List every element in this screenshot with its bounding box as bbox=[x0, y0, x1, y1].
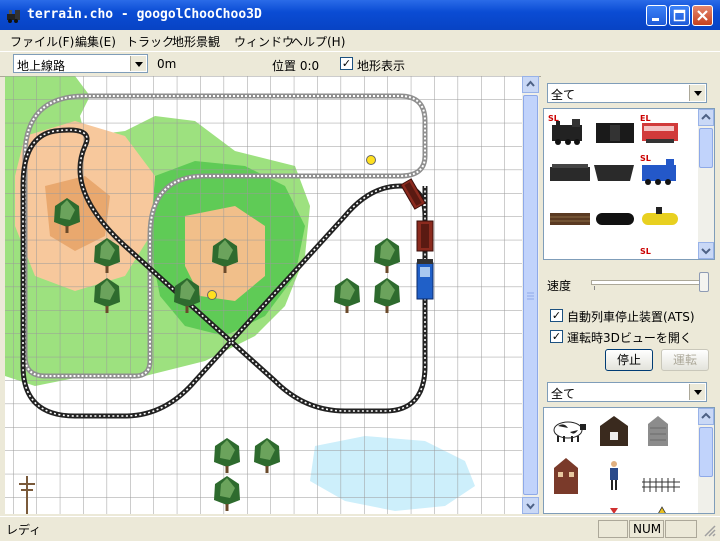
terrain-display-label: 地形表示 bbox=[357, 59, 406, 73]
freight-boxcar-tile[interactable] bbox=[596, 123, 634, 143]
lumber-wagon-tile[interactable] bbox=[550, 213, 590, 225]
scroll-thumb[interactable] bbox=[523, 95, 538, 495]
yellow-tank-wagon-tile[interactable] bbox=[642, 207, 678, 225]
train-palette-grid: SL EL SL SL bbox=[548, 114, 678, 256]
speed-slider[interactable] bbox=[591, 272, 709, 292]
window-title: terrain.cho - googolChooChoo3D bbox=[27, 7, 262, 22]
scroll-down-button[interactable] bbox=[522, 497, 539, 514]
menu-track[interactable]: トラック bbox=[126, 33, 174, 50]
el-badge: EL bbox=[640, 114, 651, 123]
height-readout: 0m bbox=[157, 57, 177, 71]
status-pane-scroll bbox=[665, 520, 697, 538]
app-icon[interactable] bbox=[6, 7, 22, 23]
menu-bar: ファイル(F) 編集(E) トラック 地形景観 ウィンドウ ヘルプ(H) bbox=[0, 30, 720, 50]
chevron-up-icon bbox=[701, 412, 711, 419]
grip-icon bbox=[527, 292, 534, 300]
status-bar: レディ NUM bbox=[0, 516, 720, 541]
object-palette-scrollbar[interactable] bbox=[698, 408, 714, 513]
maximize-button[interactable] bbox=[669, 5, 690, 26]
el-locomotive-tile[interactable]: EL bbox=[640, 114, 678, 143]
close-button[interactable] bbox=[692, 5, 713, 26]
layout-canvas[interactable] bbox=[5, 76, 522, 514]
toolbar: 地上線路 0m 位置 0:0 ✓ 地形表示 bbox=[0, 51, 720, 77]
menu-edit[interactable]: 編集(E) bbox=[75, 33, 116, 50]
menu-terrain[interactable]: 地形景観 bbox=[172, 33, 220, 50]
run-button[interactable]: 運転 bbox=[661, 349, 709, 371]
object-palette-grid bbox=[553, 416, 680, 514]
train-palette[interactable]: SL EL SL SL bbox=[543, 108, 715, 260]
chevron-up-icon bbox=[701, 113, 711, 120]
object-filter-select[interactable]: 全て bbox=[547, 382, 707, 402]
chevron-down-icon[interactable] bbox=[689, 384, 705, 400]
fence-tile[interactable] bbox=[642, 478, 680, 492]
chevron-down-icon[interactable] bbox=[689, 85, 705, 101]
slider-tick bbox=[594, 286, 595, 290]
object-palette[interactable] bbox=[543, 407, 715, 514]
scroll-thumb[interactable] bbox=[699, 427, 713, 477]
minimize-icon bbox=[652, 18, 659, 21]
slider-track bbox=[591, 280, 709, 285]
scroll-up-button[interactable] bbox=[522, 76, 539, 93]
status-pane-caps bbox=[598, 520, 628, 538]
chevron-down-icon bbox=[701, 248, 711, 255]
chevron-down-icon[interactable] bbox=[130, 56, 146, 71]
minimize-button[interactable] bbox=[646, 5, 667, 26]
train-palette-scrollbar[interactable] bbox=[698, 109, 714, 259]
scroll-up-button[interactable] bbox=[698, 109, 714, 126]
signal-marker[interactable] bbox=[207, 290, 217, 300]
layout-map[interactable] bbox=[5, 76, 522, 514]
scroll-thumb[interactable] bbox=[699, 128, 713, 168]
ats-label: 自動列車停止装置(ATS) bbox=[567, 310, 695, 324]
object-filter-value: 全て bbox=[551, 387, 576, 401]
layer-select[interactable]: 地上線路 bbox=[13, 54, 148, 73]
freight-car[interactable] bbox=[416, 220, 434, 252]
signal-marker[interactable] bbox=[366, 155, 376, 165]
view3d-checkbox[interactable]: ✓ bbox=[550, 330, 563, 343]
scroll-down-button[interactable] bbox=[698, 242, 714, 259]
sl-badge: SL bbox=[640, 154, 651, 163]
resize-grip-icon[interactable] bbox=[702, 523, 716, 537]
maximize-icon bbox=[673, 9, 686, 22]
stop-button[interactable]: 停止 bbox=[605, 349, 653, 371]
close-icon bbox=[697, 10, 708, 21]
right-panel: 全て SL EL SL SL 速度 ✓ 自動列車停止装置(ATS) ✓ 運転時3… bbox=[541, 76, 720, 514]
terrain-display-checkbox[interactable]: ✓ bbox=[340, 57, 353, 70]
map-scrollbar[interactable] bbox=[522, 76, 539, 514]
position-readout: 位置 0:0 bbox=[272, 59, 320, 73]
slider-thumb[interactable] bbox=[699, 272, 709, 292]
person-tile[interactable] bbox=[610, 461, 618, 490]
sl-locomotive-tile[interactable]: SL bbox=[548, 114, 582, 145]
sign-tile[interactable] bbox=[610, 506, 666, 514]
train-filter-value: 全て bbox=[551, 88, 576, 102]
brick-house-tile[interactable] bbox=[554, 458, 578, 494]
dark-house-tile[interactable] bbox=[600, 416, 628, 446]
ats-checkbox[interactable]: ✓ bbox=[550, 309, 563, 322]
status-text: レディ bbox=[6, 523, 42, 537]
blue-sl-locomotive-tile[interactable]: SL bbox=[640, 154, 676, 185]
view3d-label: 運転時3Dビューを開く bbox=[567, 331, 692, 345]
grey-building-tile[interactable] bbox=[648, 416, 668, 446]
tank-wagon-tile[interactable] bbox=[596, 213, 634, 225]
chevron-up-icon bbox=[526, 80, 535, 87]
coal-wagon-tile[interactable] bbox=[550, 164, 590, 181]
hopper-wagon-tile[interactable] bbox=[594, 165, 634, 181]
menu-window[interactable]: ウィンドウ bbox=[234, 33, 294, 50]
menu-help[interactable]: ヘルプ(H) bbox=[291, 33, 345, 50]
speed-label: 速度 bbox=[547, 279, 572, 293]
locomotive[interactable] bbox=[416, 259, 434, 300]
chevron-down-icon bbox=[526, 503, 535, 510]
scroll-up-button[interactable] bbox=[698, 408, 714, 425]
layer-select-value: 地上線路 bbox=[17, 59, 66, 73]
sl-badge: SL bbox=[640, 247, 651, 256]
title-bar: terrain.cho - googolChooChoo3D bbox=[0, 0, 720, 30]
status-pane-num: NUM bbox=[629, 520, 664, 538]
train-filter-select[interactable]: 全て bbox=[547, 83, 707, 103]
cow-tile[interactable] bbox=[553, 421, 586, 442]
menu-file[interactable]: ファイル(F) bbox=[10, 33, 74, 50]
